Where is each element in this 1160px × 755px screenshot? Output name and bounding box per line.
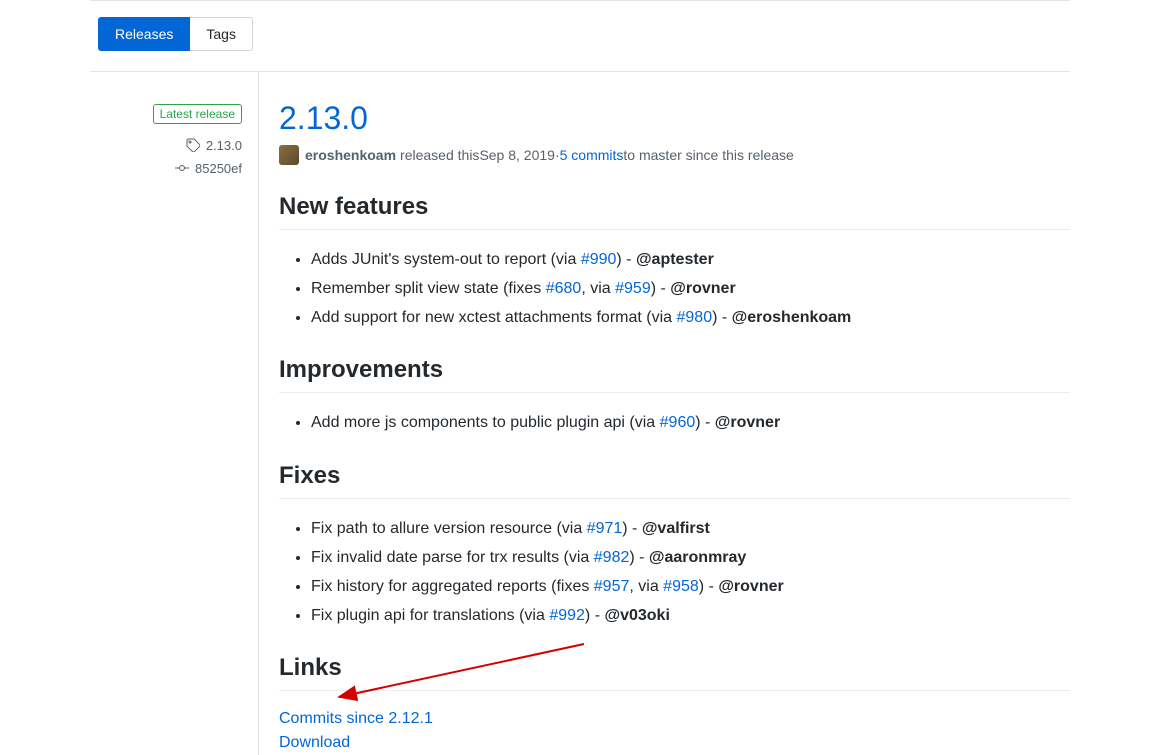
release-sidebar: Latest release 2.13.0 85250ef [90, 72, 258, 755]
commit-icon [175, 161, 189, 178]
mention[interactable]: @aaronmray [649, 549, 746, 566]
fixes-list: Fix path to allure version resource (via… [279, 515, 1070, 630]
list-item: Fix path to allure version resource (via… [311, 515, 1070, 544]
mention[interactable]: @eroshenkoam [732, 309, 852, 326]
heading-fixes: Fixes [279, 462, 1070, 499]
mention[interactable]: @valfirst [642, 520, 710, 537]
release-title: 2.13.0 [279, 100, 1070, 137]
pr-link[interactable]: #982 [594, 549, 630, 566]
avatar[interactable] [279, 145, 299, 165]
commits-suffix: to master since this release [623, 147, 793, 163]
pr-link[interactable]: #958 [663, 578, 699, 595]
pr-link[interactable]: #957 [594, 578, 630, 595]
list-item: Remember split view state (fixes #680, v… [311, 275, 1070, 304]
pr-link[interactable]: #971 [587, 520, 623, 537]
commit-link[interactable]: 85250ef [195, 161, 242, 176]
improvements-list: Add more js components to public plugin … [279, 409, 1070, 438]
tag-link[interactable]: 2.13.0 [206, 138, 242, 153]
tag-icon [186, 138, 200, 155]
tab-tags[interactable]: Tags [190, 17, 253, 51]
mention[interactable]: @v03oki [604, 607, 669, 624]
heading-new-features: New features [279, 193, 1070, 230]
heading-links: Links [279, 654, 1070, 691]
pr-link[interactable]: #959 [615, 280, 651, 297]
download-link[interactable]: Download [279, 734, 350, 751]
list-item: Add more js components to public plugin … [311, 409, 1070, 438]
release-meta: eroshenkoam released this Sep 8, 2019 · … [279, 145, 1070, 165]
heading-improvements: Improvements [279, 356, 1070, 393]
released-text: released this [400, 147, 479, 163]
mention[interactable]: @aptester [636, 251, 714, 268]
list-item: Add support for new xctest attachments f… [311, 304, 1070, 333]
latest-release-badge: Latest release [153, 104, 242, 124]
list-item: Fix plugin api for translations (via #99… [311, 602, 1070, 631]
pr-link[interactable]: #680 [546, 280, 582, 297]
new-features-list: Adds JUnit's system-out to report (via #… [279, 246, 1070, 332]
release-tabs: Releases Tags [90, 17, 1070, 51]
pr-link[interactable]: #992 [549, 607, 585, 624]
release-title-link[interactable]: 2.13.0 [279, 100, 368, 136]
tab-releases[interactable]: Releases [98, 17, 190, 51]
pr-link[interactable]: #980 [677, 309, 713, 326]
release-date: Sep 8, 2019 [479, 147, 555, 163]
mention[interactable]: @rovner [670, 280, 735, 297]
commits-since-link[interactable]: Commits since 2.12.1 [279, 710, 433, 727]
pr-link[interactable]: #990 [581, 251, 617, 268]
author-link[interactable]: eroshenkoam [305, 147, 396, 163]
mention[interactable]: @rovner [715, 414, 780, 431]
list-item: Fix history for aggregated reports (fixe… [311, 573, 1070, 602]
commits-count-link[interactable]: 5 commits [560, 147, 624, 163]
list-item: Adds JUnit's system-out to report (via #… [311, 246, 1070, 275]
list-item: Fix invalid date parse for trx results (… [311, 544, 1070, 573]
mention[interactable]: @rovner [718, 578, 783, 595]
pr-link[interactable]: #960 [660, 414, 696, 431]
